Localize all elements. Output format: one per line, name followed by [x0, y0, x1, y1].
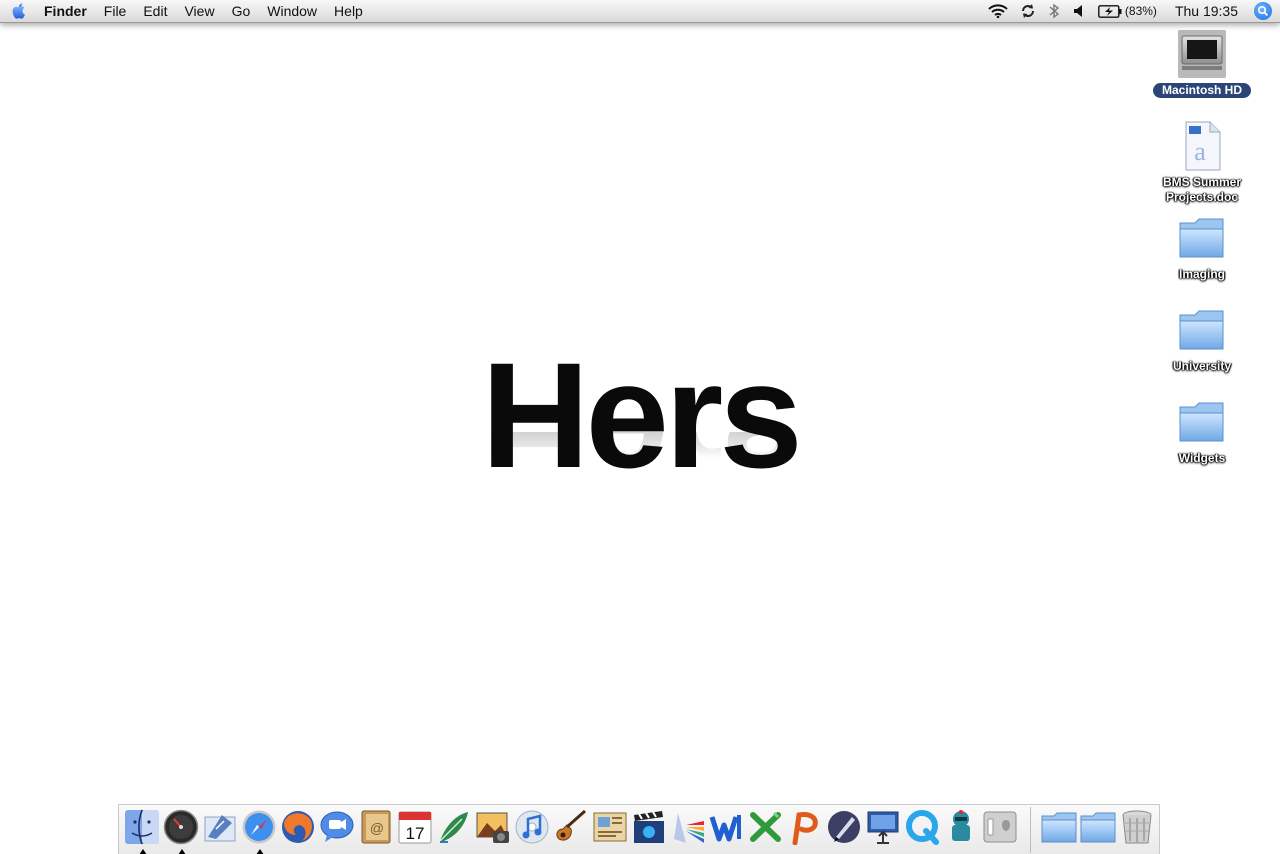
apple-icon[interactable]: [10, 1, 28, 21]
pen-tool-icon: [826, 809, 862, 850]
dock-stack-documents[interactable]: [1040, 809, 1078, 849]
dock-automator[interactable]: [942, 809, 980, 849]
iweb-icon: [592, 809, 628, 850]
folder-icon: [1176, 212, 1228, 264]
imovie-icon: [631, 809, 667, 850]
word-icon: [709, 809, 745, 850]
hard-drive-icon: [1176, 28, 1228, 80]
firefox-icon: [280, 809, 316, 850]
automator-icon: [943, 809, 979, 850]
garageband-icon: [553, 809, 589, 850]
itunes-icon: [514, 809, 550, 850]
folder-icon: [1176, 396, 1228, 448]
running-indicator: [178, 849, 186, 854]
desktop-icon-label: Widgets: [1178, 451, 1226, 465]
wallpaper-title-reflection: Hers: [420, 432, 860, 502]
dock-iweb[interactable]: [591, 809, 629, 849]
dock-safari[interactable]: [240, 809, 278, 849]
finder-icon: [124, 809, 160, 850]
excel-icon: [748, 809, 784, 850]
system-preferences-icon: [982, 809, 1018, 850]
dock-finder[interactable]: [123, 809, 161, 849]
safari-icon: [241, 809, 277, 850]
desktop-icon-label: BMS Summer Projects.doc: [1162, 175, 1242, 204]
dock-feather-app[interactable]: [435, 809, 473, 849]
running-indicator: [139, 849, 147, 854]
ical-icon: 17: [397, 809, 433, 850]
desktop-icon-imaging[interactable]: Imaging: [1142, 212, 1262, 283]
desktop-icon-university[interactable]: University: [1142, 304, 1262, 375]
feather-icon: [436, 809, 472, 850]
svg-text:a: a: [1194, 137, 1206, 166]
ical-day: 17: [406, 824, 425, 843]
menu-go[interactable]: Go: [232, 3, 251, 19]
dock-aperture-prism[interactable]: [669, 809, 707, 849]
dock-excel[interactable]: [747, 809, 785, 849]
dock-powerpoint[interactable]: [786, 809, 824, 849]
quicktime-icon: [904, 809, 940, 850]
menu-app-name[interactable]: Finder: [44, 3, 87, 19]
time-machine-sync-icon[interactable]: [1020, 0, 1036, 22]
dock-divider: [1030, 807, 1031, 853]
dashboard-icon: [163, 809, 199, 850]
dock-ichat[interactable]: [318, 809, 356, 849]
svg-text:@: @: [370, 820, 384, 836]
iphoto-icon: [475, 809, 511, 850]
desktop-icon-label: University: [1172, 359, 1232, 373]
aperture-prism-icon: [670, 809, 706, 850]
dock-stack-downloads[interactable]: [1079, 809, 1117, 849]
desktop-icon-bms-summer-projects[interactable]: a BMS Summer Projects.doc: [1142, 120, 1262, 206]
wallpaper-text: Hers Hers: [420, 340, 860, 530]
dock-garageband[interactable]: [552, 809, 590, 849]
menu-bar: Finder File Edit View Go Window Help (83…: [0, 0, 1280, 23]
dock-ical[interactable]: 17: [396, 809, 434, 849]
keynote-icon: [865, 809, 901, 850]
menu-window[interactable]: Window: [267, 3, 317, 19]
address-book-icon: @: [358, 809, 394, 850]
running-indicator: [256, 849, 264, 854]
dock-itunes[interactable]: [513, 809, 551, 849]
desktop-icon-label: Imaging: [1178, 267, 1225, 281]
battery-charging-icon[interactable]: [1098, 0, 1122, 22]
dock-trash[interactable]: [1118, 809, 1156, 849]
trash-icon: [1120, 809, 1154, 850]
menu-file[interactable]: File: [104, 3, 127, 19]
dock-word[interactable]: [708, 809, 746, 849]
dock-iphoto[interactable]: [474, 809, 512, 849]
dock-imovie[interactable]: [630, 809, 668, 849]
downloads-folder-icon: [1079, 809, 1117, 850]
dock-pen-tool-app[interactable]: [825, 809, 863, 849]
desktop-icon-label: Macintosh HD: [1152, 83, 1251, 98]
ichat-icon: [319, 809, 355, 850]
desktop-icon-macintosh-hd[interactable]: Macintosh HD: [1142, 28, 1262, 99]
documents-folder-icon: [1040, 809, 1078, 850]
dock-system-preferences[interactable]: [981, 809, 1019, 849]
dock-quicktime[interactable]: [903, 809, 941, 849]
folder-icon: [1176, 304, 1228, 356]
dock-firefox[interactable]: [279, 809, 317, 849]
battery-percentage: (83%): [1124, 4, 1157, 18]
desktop-icon-widgets[interactable]: Widgets: [1142, 396, 1262, 467]
mail-icon: [202, 809, 238, 850]
dock-address-book[interactable]: @: [357, 809, 395, 849]
desktop: Finder File Edit View Go Window Help (83…: [0, 0, 1280, 854]
volume-icon[interactable]: [1072, 0, 1086, 22]
word-document-icon: a: [1176, 120, 1228, 172]
dock-mail[interactable]: [201, 809, 239, 849]
wifi-icon[interactable]: [988, 0, 1008, 22]
menu-help[interactable]: Help: [334, 3, 363, 19]
dock: @ 17: [118, 804, 1160, 854]
menu-clock[interactable]: Thu 19:35: [1175, 3, 1238, 19]
dock-keynote[interactable]: [864, 809, 902, 849]
spotlight-icon[interactable]: [1254, 2, 1272, 20]
menu-edit[interactable]: Edit: [143, 3, 167, 19]
bluetooth-icon[interactable]: [1048, 0, 1060, 22]
dock-dashboard[interactable]: [162, 809, 200, 849]
menu-view[interactable]: View: [184, 3, 214, 19]
powerpoint-icon: [787, 809, 823, 850]
